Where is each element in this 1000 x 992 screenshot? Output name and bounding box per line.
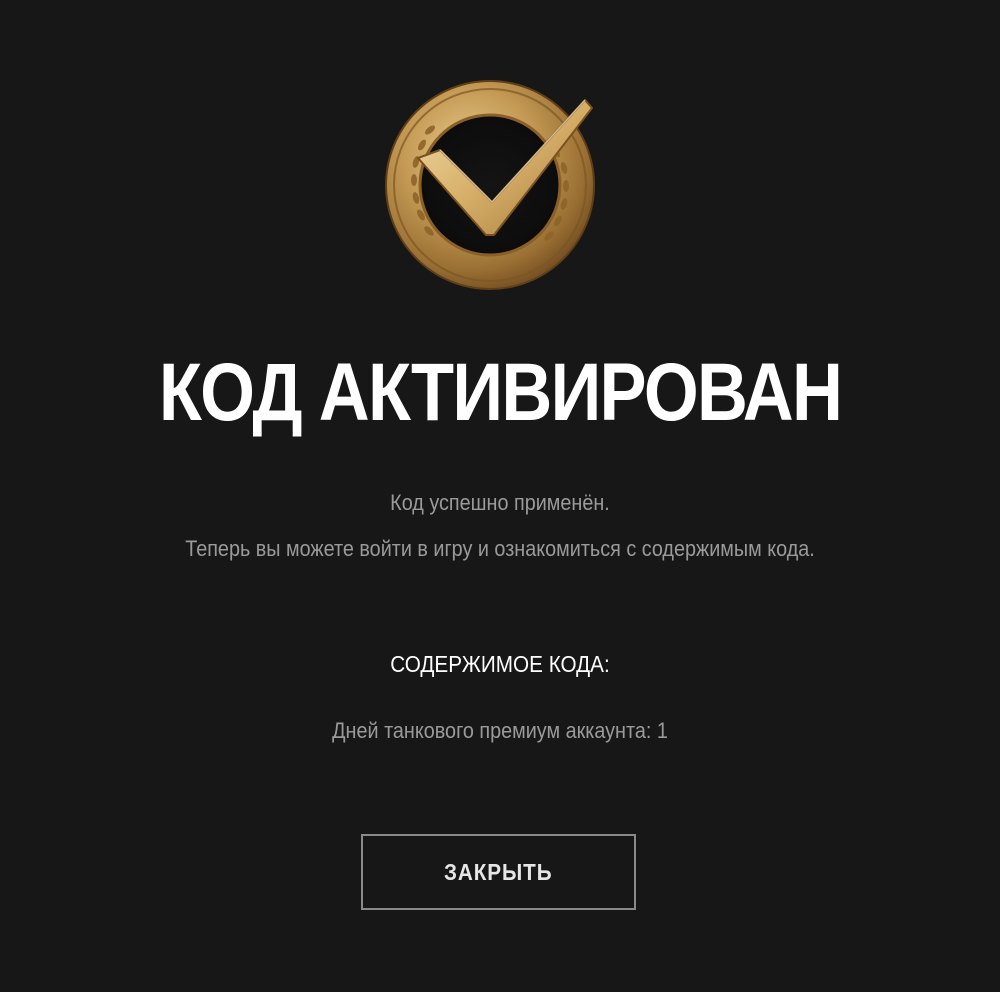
contents-item: Дней танкового премиум аккаунта: 1: [332, 718, 668, 743]
close-button-label: ЗАКРЫТЬ: [444, 858, 553, 885]
close-button[interactable]: ЗАКРЫТЬ: [361, 834, 636, 910]
success-message: Код успешно применён.: [390, 490, 610, 515]
contents-heading: СОДЕРЖИМОЕ КОДА:: [390, 651, 610, 677]
gold-checkmark-medal-icon: [380, 70, 620, 300]
instruction-message: Теперь вы можете войти в игру и ознакоми…: [185, 536, 815, 561]
page-title: КОД АКТИВИРОВАН: [158, 347, 843, 438]
